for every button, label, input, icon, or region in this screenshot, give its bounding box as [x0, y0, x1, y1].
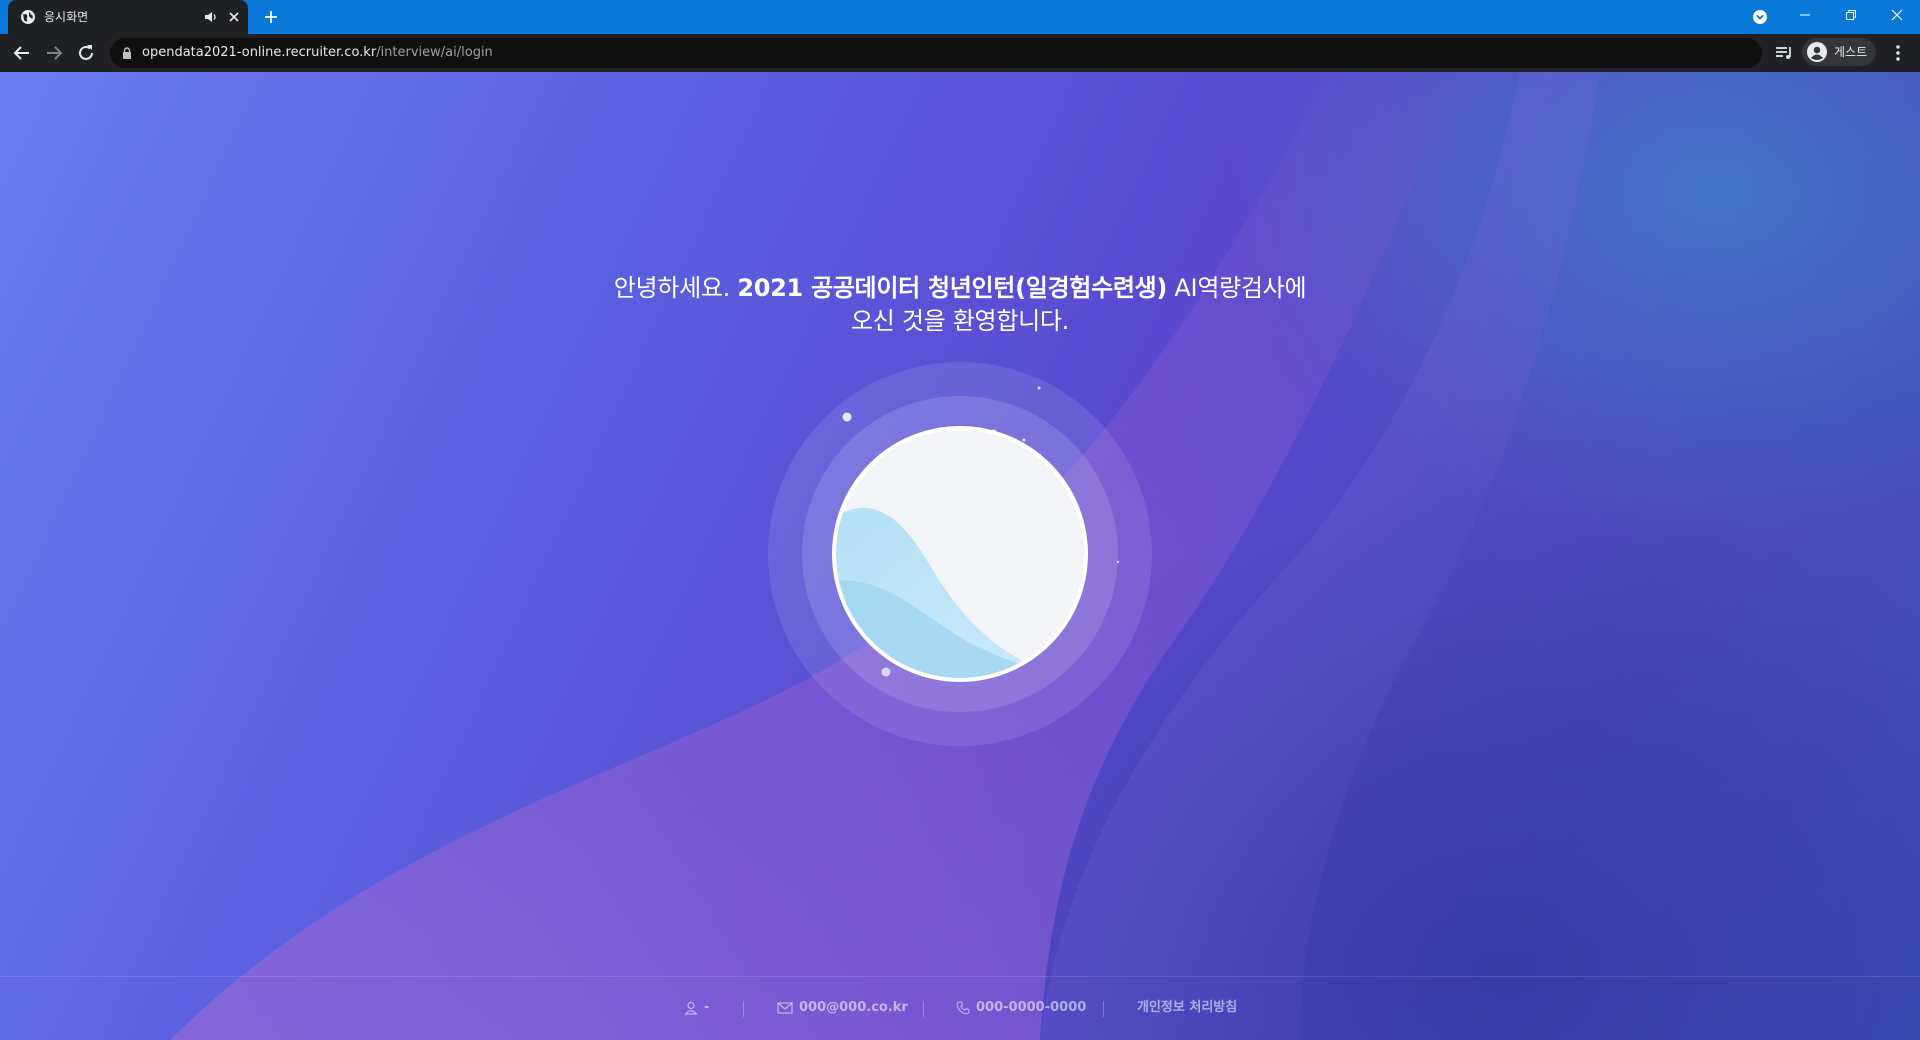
minimize-icon — [1800, 14, 1810, 16]
footer-person-text: - — [704, 1000, 710, 1015]
tab-title: 응시화면 — [44, 10, 89, 24]
ai-loading-orb — [768, 362, 1152, 746]
restore-icon — [1846, 10, 1856, 20]
forward-icon[interactable] — [43, 42, 65, 64]
footer-divider — [743, 1001, 744, 1017]
address-bar[interactable]: opendata2021-online.recruiter.co.kr/inte… — [110, 38, 1762, 68]
footer-privacy-policy-link[interactable]: 개인정보 처리방침 — [1137, 999, 1277, 1017]
lock-icon[interactable] — [120, 46, 134, 60]
footer-divider — [1103, 1001, 1104, 1017]
window-close-button[interactable] — [1874, 0, 1920, 30]
orb-particle — [842, 412, 852, 422]
globe-icon — [21, 10, 35, 24]
browser-tab-active[interactable]: 응시화면 — [8, 0, 248, 34]
close-icon[interactable] — [226, 9, 242, 25]
restore-button[interactable] — [1828, 0, 1874, 30]
welcome-suffix: AI역량검사에 — [1167, 274, 1307, 302]
welcome-prefix: 안녕하세요. — [613, 274, 738, 302]
url-host: opendata2021-online.recruiter.co.kr — [142, 45, 377, 60]
reload-icon[interactable] — [75, 42, 97, 64]
welcome-line-2: 오신 것을 환영합니다. — [850, 307, 1069, 335]
browser-toolbar: opendata2021-online.recruiter.co.kr/inte… — [0, 34, 1920, 72]
orb-particle — [1116, 560, 1120, 564]
welcome-message: 안녕하세요. 2021 공공데이터 청년인턴(일경험수련생) AI역량검사에 오… — [0, 272, 1920, 338]
minimize-button[interactable] — [1782, 0, 1828, 30]
orb-particle — [991, 429, 997, 435]
welcome-line-1: 안녕하세요. 2021 공공데이터 청년인턴(일경험수련생) AI역량검사에 — [0, 272, 1920, 305]
avatar-icon — [1807, 42, 1827, 62]
tab-search-icon[interactable] — [1752, 9, 1768, 25]
profile-label: 게스트 — [1834, 45, 1868, 59]
kebab-menu-icon[interactable] — [1888, 43, 1908, 63]
footer-divider — [923, 1001, 924, 1017]
orb-particle — [1037, 386, 1041, 390]
profile-button[interactable]: 게스트 — [1802, 38, 1876, 66]
url-path: /interview/ai/login — [376, 45, 493, 60]
orb-particle — [881, 667, 891, 677]
browser-titlebar: 응시화면 — [0, 0, 1920, 34]
footer-phone-text: 000-0000-0000 — [976, 1000, 1087, 1015]
footer-privacy-text: 개인정보 처리방침 — [1137, 1000, 1238, 1015]
page-viewport: 안녕하세요. 2021 공공데이터 청년인턴(일경험수련생) AI역량검사에 오… — [0, 72, 1920, 1040]
footer-email[interactable]: 000@000.co.kr — [777, 999, 908, 1017]
reading-list-icon[interactable] — [1774, 43, 1794, 63]
orb-particle — [1022, 438, 1026, 442]
footer-email-text: 000@000.co.kr — [799, 1000, 908, 1015]
page-footer: - 000@000.co.kr 000-0000-0000 개인정보 처리방침 — [0, 976, 1920, 1040]
back-icon[interactable] — [11, 42, 33, 64]
window-close-icon — [1891, 9, 1903, 21]
plus-icon[interactable] — [262, 8, 280, 26]
phone-icon — [956, 1001, 970, 1015]
footer-person: - — [684, 999, 724, 1017]
url-text: opendata2021-online.recruiter.co.kr/inte… — [142, 45, 493, 61]
welcome-highlight: 2021 공공데이터 청년인턴(일경험수련생) — [737, 274, 1168, 302]
audio-icon[interactable] — [204, 10, 218, 24]
mail-icon — [777, 1002, 793, 1014]
footer-phone[interactable]: 000-0000-0000 — [956, 999, 1096, 1017]
person-icon — [684, 1001, 698, 1015]
